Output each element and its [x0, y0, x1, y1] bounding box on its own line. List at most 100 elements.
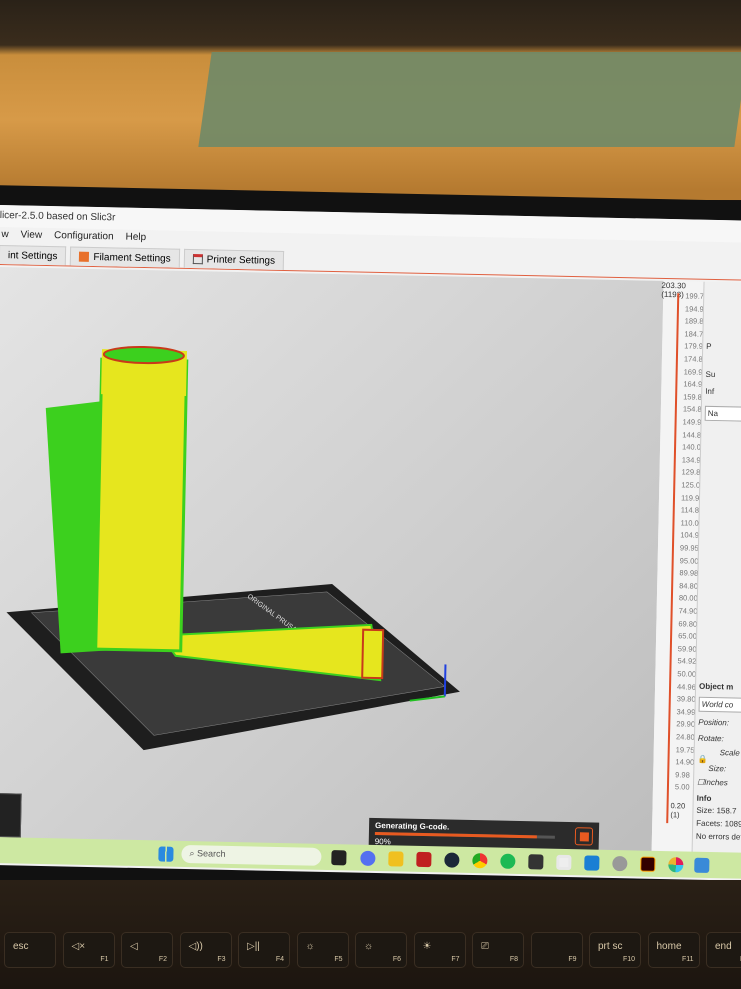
key-fn-label: F5 — [334, 956, 343, 963]
key-label: ▷|| — [247, 941, 260, 952]
bottom-layer: (1) — [670, 810, 680, 820]
tab-label: Filament Settings — [93, 251, 171, 265]
key-f11[interactable]: home F11 — [647, 932, 700, 968]
slider-tick-label: 5.00 — [674, 782, 690, 792]
info-size-value: 158.7 — [716, 806, 737, 816]
slider-tick-label: 9.98 — [675, 770, 690, 780]
menu-configuration[interactable]: Configuration — [52, 228, 116, 247]
key-f7[interactable]: ☀ F7 — [413, 932, 466, 968]
slider-tick-label: 34.99 — [676, 707, 696, 717]
laptop-screen: licer-2.5.0 based on Slic3r w View Confi… — [0, 205, 741, 881]
illustrator-icon[interactable] — [640, 856, 656, 872]
lock-icon[interactable]: 🔒 — [697, 755, 707, 764]
tab-filament-settings[interactable]: Filament Settings — [70, 246, 180, 268]
app-icon[interactable] — [528, 854, 544, 870]
info-size-label: Size: — [696, 805, 715, 816]
desk-background — [0, 0, 741, 200]
key-label: ☀ — [422, 941, 432, 952]
model-end-post — [361, 628, 385, 680]
laptop-keyboard: esc ◁× F1 ◁ F2 ◁)) F3 ▷|| F4 ☼ F5 ☼ F6 ☀ F7 ⎚ F8 F9 prt sc… — [0, 880, 741, 989]
spotify-icon[interactable] — [500, 853, 516, 869]
inches-checkbox[interactable]: ☐Inches — [697, 778, 728, 788]
chrome-icon[interactable] — [472, 853, 488, 869]
slider-tick-label: 74.90 — [678, 606, 698, 616]
search-placeholder: Search — [196, 848, 226, 859]
key-fn-label: F8 — [509, 956, 518, 963]
printer-icon — [192, 254, 203, 265]
key-f1[interactable]: ◁× F1 — [62, 932, 115, 968]
key-label: ◁ — [130, 941, 138, 952]
key-esc[interactable]: esc — [4, 932, 56, 968]
slider-rail[interactable] — [666, 293, 680, 824]
key-fn-label: F1 — [100, 956, 109, 963]
file-explorer-icon[interactable] — [388, 851, 404, 867]
key-f4[interactable]: ▷|| F4 — [238, 932, 290, 968]
notepad-icon[interactable] — [694, 857, 710, 873]
slider-tick-label: 44.96 — [676, 681, 696, 692]
object-list-header[interactable]: Na — [704, 405, 741, 423]
task-view-icon[interactable] — [331, 850, 347, 866]
tab-printer-settings[interactable]: Printer Settings — [183, 248, 285, 270]
slack-icon[interactable] — [668, 857, 684, 873]
errors-status: No errors dete — [695, 831, 741, 842]
scale-label: Scale fa — [719, 748, 741, 758]
key-fn-label: F7 — [451, 956, 460, 963]
slider-tick-label: 19.75 — [675, 744, 695, 755]
panel-fragment: P — [706, 341, 712, 351]
slider-tick-label: 59.90 — [677, 644, 697, 654]
position-label: Position: — [698, 717, 730, 728]
slider-tick-label: 24.80 — [675, 732, 695, 742]
slider-tick-label: 95.00 — [679, 555, 699, 566]
key-label: prt sc — [598, 941, 623, 952]
axis-z — [443, 664, 447, 697]
menu-help[interactable]: Help — [123, 230, 148, 249]
info-size: Size: 158.7 — [696, 806, 736, 816]
key-f6[interactable]: ☼ F6 — [355, 932, 407, 968]
menu-window[interactable]: w — [0, 227, 11, 245]
coordinates-select[interactable]: World co — [698, 696, 741, 713]
key-fn-label: F4 — [275, 956, 284, 963]
bottom-height: 0.20 — [670, 801, 686, 811]
key-fn-label: F10 — [622, 956, 635, 963]
slider-tick-label: 89.98 — [679, 568, 699, 578]
key-label: ☼ — [364, 941, 374, 952]
menu-view[interactable]: View — [18, 227, 44, 246]
solidworks-icon[interactable] — [416, 851, 432, 868]
slider-tick-label: 29.90 — [676, 719, 696, 730]
key-f2[interactable]: ◁ F2 — [121, 932, 173, 968]
top-layer: (1193) — [661, 289, 684, 300]
key-f3[interactable]: ◁)) F3 — [179, 932, 232, 968]
slider-top-readout: 203.30 (1193) — [661, 281, 686, 300]
3d-preview-canvas[interactable]: ORIGINAL PRUSA i3 MK3 — [0, 266, 664, 861]
key-f8[interactable]: ⎚ F8 — [472, 932, 524, 968]
start-icon[interactable] — [158, 846, 174, 862]
key-f12[interactable]: endF12 — [706, 932, 741, 968]
key-f9[interactable]: F9 — [530, 932, 583, 968]
discord-icon[interactable] — [360, 850, 376, 867]
vscode-icon[interactable] — [584, 855, 600, 871]
info-facets: Facets: 10896 — [696, 819, 741, 829]
tab-label: Printer Settings — [206, 253, 276, 267]
key-f5[interactable]: ☼ F5 — [296, 932, 349, 968]
size-label: Size: — [708, 763, 727, 774]
facets-value: 10896 — [724, 819, 741, 829]
slider-tick-label: 54.92 — [677, 656, 697, 667]
cutting-mat — [198, 52, 741, 147]
slider-tick-label: 39.80 — [676, 694, 696, 704]
filament-icon — [79, 251, 90, 262]
prusaslicer-icon[interactable] — [556, 854, 572, 871]
app-icon[interactable] — [612, 855, 628, 872]
stop-icon — [579, 832, 589, 842]
layers-view-button[interactable] — [0, 792, 22, 838]
tab-label: int Settings — [7, 249, 58, 262]
steam-icon[interactable] — [444, 852, 460, 868]
taskbar-search[interactable]: ⌕ Search — [181, 844, 322, 866]
key-label: home — [656, 941, 682, 952]
slider-tick-label: 65.00 — [678, 631, 697, 641]
tab-print-settings[interactable]: int Settings — [0, 244, 67, 266]
key-f10[interactable]: prt sc F10 — [589, 932, 641, 968]
key-fn-label: F9 — [568, 956, 577, 963]
key-fn-label: F6 — [392, 956, 401, 963]
facets-label: Facets: — [696, 818, 723, 829]
cancel-export-button[interactable] — [574, 827, 594, 846]
